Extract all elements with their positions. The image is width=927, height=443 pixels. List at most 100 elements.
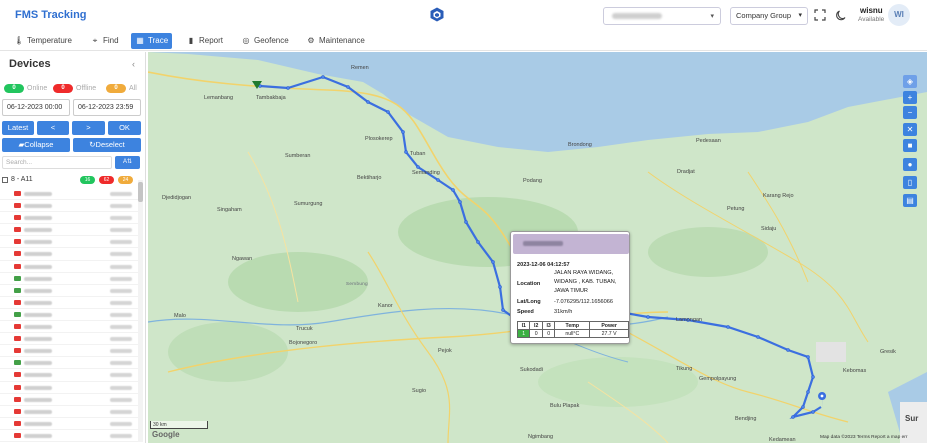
deselect-button[interactable]: ↻Deselect: [73, 138, 141, 152]
list-item[interactable]: [0, 273, 138, 285]
list-item[interactable]: [0, 382, 138, 394]
vehicle-plate-redacted: [24, 288, 52, 293]
list-item[interactable]: [0, 236, 138, 249]
list-item[interactable]: [0, 321, 138, 334]
tab-label: Temperature: [27, 36, 72, 45]
list-item[interactable]: [0, 406, 138, 418]
square-icon[interactable]: ■: [903, 139, 917, 152]
list-item[interactable]: [0, 418, 138, 430]
vehicle-time-redacted: [110, 252, 132, 257]
list-item[interactable]: [0, 430, 138, 442]
vehicle-select[interactable]: ▾: [603, 7, 721, 25]
vehicle-time-redacted: [110, 421, 132, 426]
bar-chart-icon: ▮: [188, 36, 194, 45]
map-icon: ▦: [136, 36, 144, 45]
place-label: Ngawan: [232, 256, 253, 262]
vehicle-plate-redacted: [24, 433, 52, 438]
vehicle-time-redacted: [110, 397, 132, 402]
all-count-badge[interactable]: 0: [106, 84, 126, 93]
zoom-out-button[interactable]: −: [903, 106, 917, 119]
place-label: Karang Rejo: [763, 193, 794, 199]
list-item[interactable]: [0, 333, 138, 346]
vehicle-time-redacted: [110, 325, 132, 330]
scrollbar-thumb[interactable]: [138, 182, 143, 202]
list-item[interactable]: [0, 188, 138, 201]
online-count-badge[interactable]: 0: [4, 84, 24, 93]
truck-icon: [14, 420, 21, 426]
list-item[interactable]: [0, 357, 138, 370]
company-group-select[interactable]: Company Group ▾: [730, 7, 808, 25]
group-checkbox[interactable]: [2, 177, 8, 183]
document-icon[interactable]: ▤: [903, 194, 917, 207]
place-label: Sumurgung: [294, 201, 323, 207]
tab-find[interactable]: ⌖ Find: [86, 33, 123, 49]
list-item[interactable]: [0, 200, 138, 213]
vehicle-time-redacted: [110, 216, 132, 221]
vehicle-plate-redacted: [24, 312, 52, 317]
list-item[interactable]: [0, 224, 138, 237]
sort-icon: ⇅: [126, 159, 133, 165]
list-item[interactable]: [0, 369, 138, 382]
tab-report[interactable]: ▮ Report: [182, 33, 227, 49]
layers-icon[interactable]: ◈: [903, 75, 917, 88]
group-online-badge: 16: [80, 176, 95, 184]
vehicle-plate-redacted: [24, 349, 52, 354]
vehicle-time-redacted: [110, 312, 132, 317]
place-label: Sembung: [346, 281, 369, 286]
vehicle-plate-redacted: [24, 228, 52, 233]
sort-button[interactable]: A⇅: [115, 156, 140, 169]
list-item[interactable]: [0, 394, 138, 406]
zoom-in-button[interactable]: +: [903, 91, 917, 104]
vehicle-plate-redacted: [24, 421, 52, 426]
date-to-input[interactable]: 06-12-2023 23:59: [73, 99, 141, 116]
map-view[interactable]: Remen Lemanbang Tambakbaja Plosokerep Tu…: [148, 52, 927, 443]
ok-button[interactable]: OK: [108, 121, 141, 135]
sidebar-scrollbar[interactable]: [138, 180, 143, 442]
user-status: Available: [858, 16, 885, 23]
vehicle-plate-redacted: [24, 252, 52, 257]
prev-button[interactable]: <: [37, 121, 69, 135]
truck-icon: [14, 239, 21, 245]
dark-mode-moon-icon[interactable]: [835, 9, 847, 21]
tab-label: Report: [199, 36, 224, 45]
col-power: Power: [589, 321, 629, 330]
device-search-input[interactable]: Search...: [2, 156, 112, 169]
tab-geofence[interactable]: ◎ Geofence: [237, 33, 293, 49]
tab-temperature[interactable]: 🌡︎ Temperature: [10, 33, 76, 49]
place-label: Podang: [523, 178, 542, 184]
attach-icon[interactable]: ▯: [903, 176, 917, 189]
list-item[interactable]: [0, 345, 138, 358]
chevron-left-icon[interactable]: ‹: [132, 59, 135, 69]
list-item[interactable]: [0, 309, 138, 322]
user-name: wisnu: [860, 6, 883, 15]
tab-maintenance[interactable]: ⚙ Maintenance: [302, 33, 369, 49]
device-group-row[interactable]: 8 - A11 16 62 24: [2, 174, 136, 186]
fit-bounds-icon[interactable]: ✕: [903, 123, 917, 136]
vehicle-plate-redacted: [24, 337, 52, 342]
list-item[interactable]: [0, 261, 138, 273]
latest-button[interactable]: Latest: [2, 121, 34, 135]
all-label: All: [129, 85, 137, 92]
list-item[interactable]: [0, 212, 138, 225]
place-label: Bojonegoro: [289, 340, 318, 346]
tab-trace[interactable]: ▦ Trace: [131, 33, 173, 49]
fullscreen-icon[interactable]: [814, 9, 826, 21]
brand-logo-icon: [430, 7, 444, 22]
list-item[interactable]: [0, 285, 138, 297]
popup-speed-value: 31km/h: [554, 309, 573, 315]
next-button[interactable]: >: [72, 121, 105, 135]
list-item[interactable]: [0, 248, 138, 261]
marker-icon[interactable]: ●: [903, 158, 917, 171]
offline-count-badge[interactable]: 0: [53, 84, 73, 93]
vehicle-time-redacted: [110, 264, 132, 269]
list-item[interactable]: [0, 297, 138, 309]
avatar[interactable]: WI: [888, 4, 910, 26]
chevron-down-icon: ▾: [798, 12, 802, 19]
date-from-input[interactable]: 06-12-2023 00:00: [2, 99, 70, 116]
truck-icon: [14, 203, 21, 209]
vehicle-time-redacted: [110, 192, 132, 196]
collapse-button[interactable]: ▰Collapse: [2, 138, 70, 152]
col-i1: I1: [516, 321, 531, 330]
place-label: Bendjing: [735, 416, 757, 422]
main-nav: 🌡︎ Temperature ⌖ Find ▦ Trace ▮ Report ◎ Geof…: [0, 31, 927, 51]
